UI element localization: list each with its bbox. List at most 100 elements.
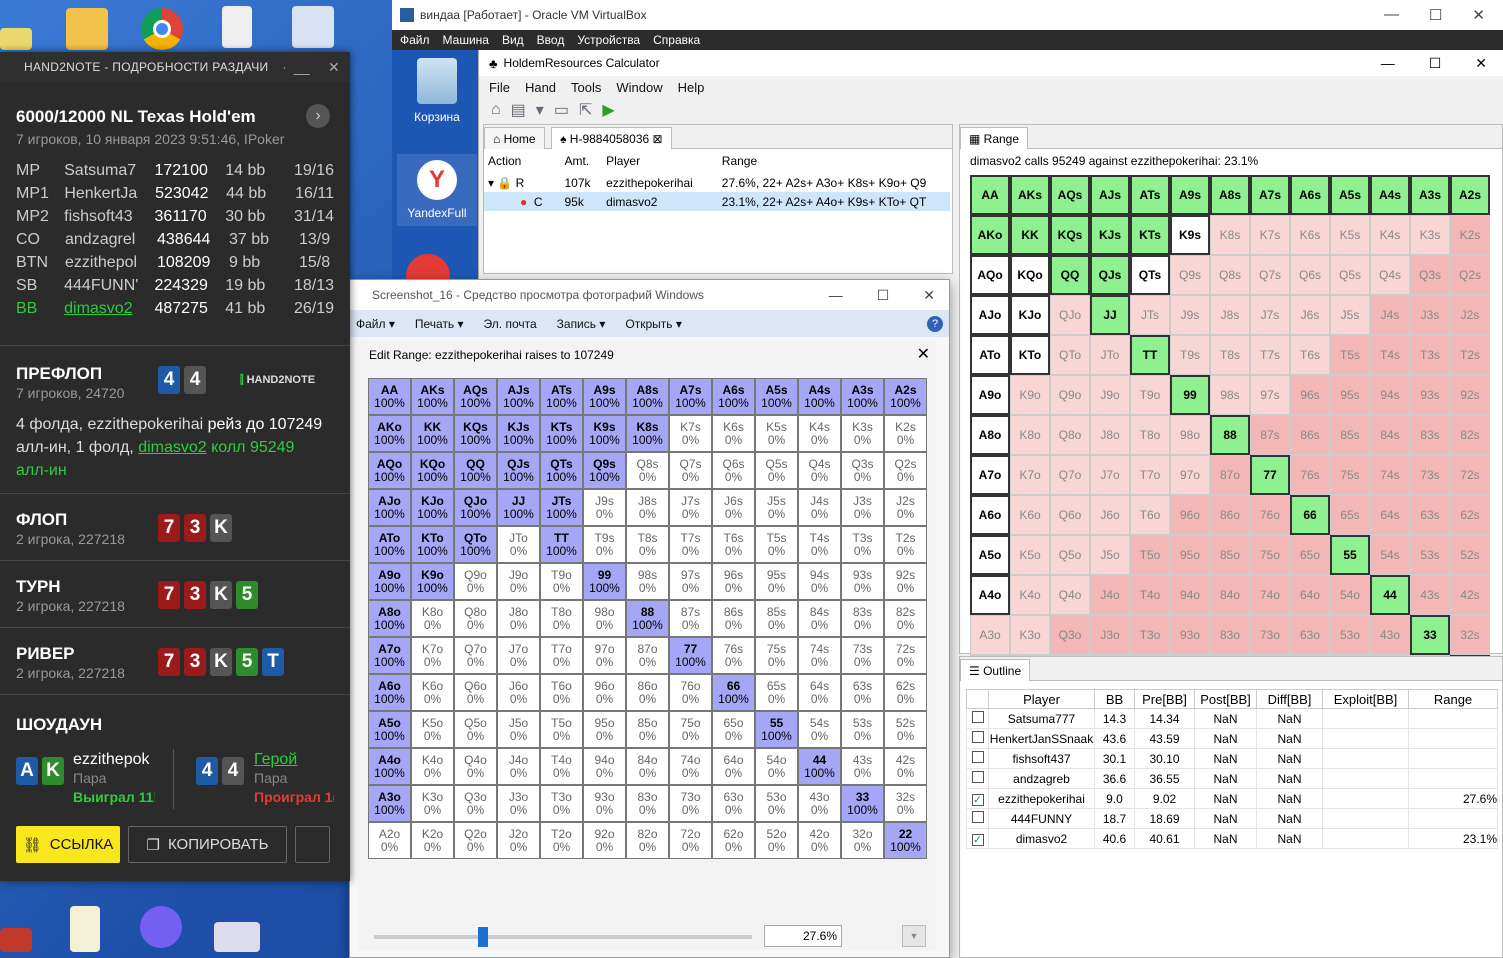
hand-cell[interactable]: 72o 0% [669,822,712,859]
hand-cell[interactable]: 32s 0% [884,785,927,822]
hand-cell[interactable]: 54s 0% [798,711,841,748]
player-name[interactable]: Satsuma7 [64,162,154,180]
range-cell[interactable]: K7o [1010,455,1050,495]
range-cell[interactable]: 98o [1170,415,1210,455]
range-cell[interactable]: 98s [1210,375,1250,415]
hand-cell[interactable]: KTs 100% [540,415,583,452]
range-cell[interactable]: T7o [1130,455,1170,495]
range-cell[interactable]: 75s [1330,455,1370,495]
range-cell[interactable]: 65o [1290,535,1330,575]
hand-cell[interactable]: K7o 0% [411,637,454,674]
range-cell[interactable]: 94o [1170,575,1210,615]
hand-cell[interactable]: A3o 100% [368,785,411,822]
yandex-shortcut[interactable]: Y YandexFull [397,154,477,226]
range-cell[interactable]: 44 [1370,575,1410,615]
range-cell[interactable]: K3s [1410,215,1450,255]
row-checkbox[interactable]: ✓ [971,793,984,806]
hand-cell[interactable]: 42o 0% [798,822,841,859]
hand-cell[interactable]: K3o 0% [411,785,454,822]
range-cell[interactable]: KQo [1010,255,1050,295]
range-cell[interactable]: 64s [1370,495,1410,535]
hand-cell[interactable]: AJs 100% [497,378,540,415]
row-checkbox[interactable] [971,751,984,763]
outline-row[interactable]: Satsuma777 14.3 14.34 NaN NaN [966,708,1498,729]
range-percent-field[interactable]: 27.6% [764,925,842,947]
range-cell[interactable]: J3s [1410,295,1450,335]
range-cell[interactable]: 43o [1370,615,1410,655]
hrc-menu-tools[interactable]: Tools [571,80,601,95]
range-cell[interactable]: QJs [1090,255,1130,295]
hand-cell[interactable]: J8s 0% [626,489,669,526]
tab-home[interactable]: ⌂ Home [484,127,545,149]
range-cell[interactable]: K7s [1250,215,1290,255]
pv-menu-email[interactable]: Эл. почта [484,317,537,331]
hand-cell[interactable]: J8o 0% [497,600,540,637]
hand-cell[interactable]: T6s 0% [712,526,755,563]
hand-cell[interactable]: TT 100% [540,526,583,563]
range-cell[interactable]: KQs [1050,215,1090,255]
range-cell[interactable]: T6s [1290,335,1330,375]
hand-cell[interactable]: 63s 0% [841,674,884,711]
hand-cell[interactable]: Q8s 0% [626,452,669,489]
player-name[interactable]: 444FUNN' [64,277,154,295]
hand-cell[interactable]: T5s 0% [755,526,798,563]
hand-cell[interactable]: T7o 0% [540,637,583,674]
range-cell[interactable]: Q3s [1410,255,1450,295]
range-cell[interactable]: J2s [1450,295,1490,335]
range-cell[interactable]: A9o [970,375,1010,415]
range-cell[interactable]: J3o [1090,615,1130,655]
range-cell[interactable]: 83o [1210,615,1250,655]
range-cell[interactable]: 74o [1250,575,1290,615]
hand-cell[interactable]: 85s 0% [755,600,798,637]
hand-cell[interactable]: J6o 0% [497,674,540,711]
player-name[interactable]: fishsoft43 [64,208,154,226]
range-cell[interactable]: T7s [1250,335,1290,375]
hand-cell[interactable]: 52o 0% [755,822,798,859]
hrc-menu-hand[interactable]: Hand [525,80,556,95]
hand-cell[interactable]: 82o 0% [626,822,669,859]
range-cell[interactable]: 86s [1290,415,1330,455]
range-cell[interactable]: A4s [1370,175,1410,215]
hand-cell[interactable]: 86s 0% [712,600,755,637]
image-file-icon[interactable] [214,922,260,952]
hand-cell[interactable]: T3s 0% [841,526,884,563]
hand-cell[interactable]: K4s 0% [798,415,841,452]
range-cell[interactable]: T2s [1450,335,1490,375]
hand-cell[interactable]: Q9s 100% [583,452,626,489]
range-cell[interactable]: 86o [1210,495,1250,535]
hand-cell[interactable]: Q7s 0% [669,452,712,489]
hand-cell[interactable]: A9s 100% [583,378,626,415]
range-cell[interactable]: 55 [1330,535,1370,575]
hand-cell[interactable]: 65o 0% [712,711,755,748]
hand-cell[interactable]: KQs 100% [454,415,497,452]
hand-cell[interactable]: 65s 0% [755,674,798,711]
hand-cell[interactable]: 72s 0% [884,637,927,674]
hand-cell[interactable]: Q5o 0% [454,711,497,748]
range-cell[interactable]: A7s [1250,175,1290,215]
range-cell[interactable]: A4o [970,575,1010,615]
range-cell[interactable]: 75o [1250,535,1290,575]
hand-cell[interactable]: 96s 0% [712,563,755,600]
hand-cell[interactable]: QTs 100% [540,452,583,489]
hand-cell[interactable]: 83o 0% [626,785,669,822]
hand-cell[interactable]: A7s 100% [669,378,712,415]
range-cell[interactable]: 73o [1250,615,1290,655]
hand-cell[interactable]: K8o 0% [411,600,454,637]
range-cell[interactable]: K5s [1330,215,1370,255]
hand-cell[interactable]: ATs 100% [540,378,583,415]
hand-cell[interactable]: K2s 0% [884,415,927,452]
dropdown-button[interactable]: ▼ [902,925,926,947]
hand-cell[interactable]: 42s 0% [884,748,927,785]
range-cell[interactable]: JTo [1090,335,1130,375]
range-cell[interactable]: KTs [1130,215,1170,255]
save-icon[interactable]: ▭ [554,100,569,120]
hand-cell[interactable]: 84o 0% [626,748,669,785]
hand-cell[interactable]: Q7o 0% [454,637,497,674]
hand-cell[interactable]: 55 100% [755,711,798,748]
pv-menu-burn[interactable]: Запись ▾ [557,317,606,331]
range-cell[interactable]: QQ [1050,255,1090,295]
hand-cell[interactable]: 86o 0% [626,674,669,711]
close-icon[interactable]: ✕ [917,344,930,364]
range-cell[interactable]: 64o [1290,575,1330,615]
range-cell[interactable]: Q3o [1050,615,1090,655]
